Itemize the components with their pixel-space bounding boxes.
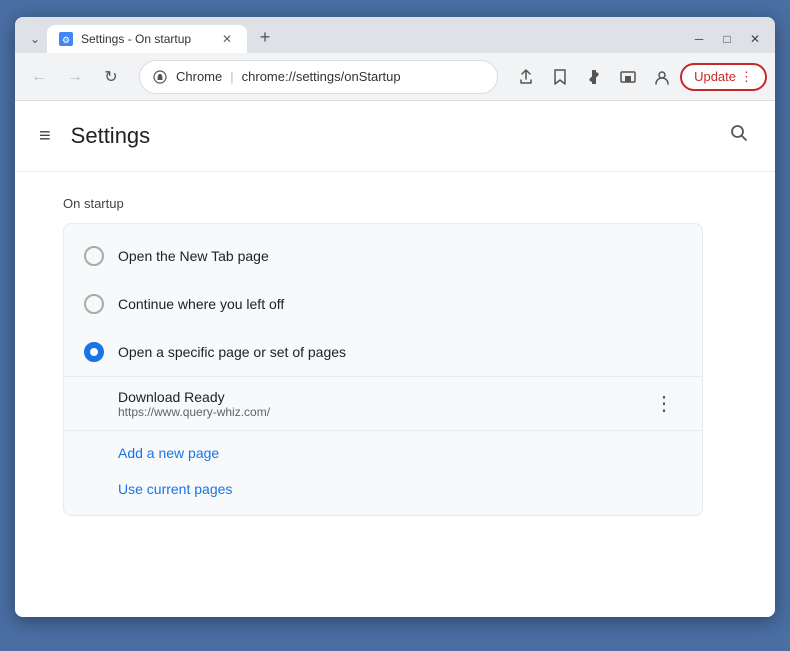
hamburger-menu-icon[interactable]: ≡ bbox=[35, 121, 55, 152]
reload-btn[interactable]: ↻ bbox=[95, 61, 127, 93]
browser-window: ⌄ ⚙ Settings - On startup ✕ + ─ □ ✕ ← → … bbox=[15, 17, 775, 617]
radio-label-new-tab: Open the New Tab page bbox=[118, 248, 269, 264]
search-icon[interactable] bbox=[723, 117, 755, 155]
address-separator: | bbox=[230, 69, 233, 84]
page-body: On startup Open the New Tab page Continu… bbox=[15, 172, 775, 540]
forward-btn[interactable]: → bbox=[59, 61, 91, 93]
add-new-page-link[interactable]: Add a new page bbox=[118, 445, 219, 461]
active-tab[interactable]: ⚙ Settings - On startup ✕ bbox=[47, 25, 247, 53]
back-btn[interactable]: ← bbox=[23, 61, 55, 93]
new-tab-btn[interactable]: + bbox=[251, 23, 279, 51]
radio-option-new-tab[interactable]: Open the New Tab page bbox=[64, 232, 702, 280]
radio-label-continue: Continue where you left off bbox=[118, 296, 284, 312]
page-title: Settings bbox=[71, 123, 151, 149]
tab-close-btn[interactable]: ✕ bbox=[219, 31, 235, 47]
tabs-area: ⌄ ⚙ Settings - On startup ✕ + bbox=[23, 17, 687, 53]
add-new-page-option: Add a new page bbox=[64, 430, 702, 477]
security-icon bbox=[152, 69, 168, 85]
toolbar-actions: Update ⋮ bbox=[510, 61, 767, 93]
titlebar: ⌄ ⚙ Settings - On startup ✕ + ─ □ ✕ bbox=[15, 17, 775, 53]
share-btn[interactable] bbox=[510, 61, 542, 93]
tab-favicon: ⚙ bbox=[59, 32, 73, 46]
settings-header-left: ≡ Settings bbox=[35, 121, 150, 152]
minimize-btn[interactable]: ─ bbox=[687, 29, 711, 49]
main-content: ≡ Settings On startup Open bbox=[15, 101, 775, 617]
radio-label-specific: Open a specific page or set of pages bbox=[118, 344, 346, 360]
page-entry-url: https://www.query-whiz.com/ bbox=[118, 405, 270, 419]
tab-title: Settings - On startup bbox=[81, 32, 211, 46]
chrome-label: Chrome bbox=[176, 69, 222, 84]
page-entry-name: Download Ready bbox=[118, 389, 270, 405]
radio-circle-new-tab bbox=[84, 246, 104, 266]
radio-option-continue[interactable]: Continue where you left off bbox=[64, 280, 702, 328]
radio-circle-specific bbox=[84, 342, 104, 362]
address-url: chrome://settings/onStartup bbox=[242, 69, 485, 84]
arrange-windows-btn[interactable]: ⌄ bbox=[23, 29, 47, 49]
extensions-btn[interactable] bbox=[578, 61, 610, 93]
options-card: Open the New Tab page Continue where you… bbox=[63, 223, 703, 516]
section-title: On startup bbox=[63, 196, 727, 211]
close-btn[interactable]: ✕ bbox=[743, 29, 767, 49]
window-controls: ─ □ ✕ bbox=[687, 29, 767, 49]
radio-option-specific[interactable]: Open a specific page or set of pages bbox=[64, 328, 702, 376]
update-btn[interactable]: Update ⋮ bbox=[680, 63, 767, 91]
use-current-pages-option: Use current pages bbox=[64, 477, 702, 507]
cast-btn[interactable] bbox=[612, 61, 644, 93]
radio-circle-continue bbox=[84, 294, 104, 314]
svg-text:⚙: ⚙ bbox=[62, 35, 70, 45]
settings-header: ≡ Settings bbox=[15, 101, 775, 172]
use-current-pages-link[interactable]: Use current pages bbox=[118, 481, 232, 497]
page-entry: Download Ready https://www.query-whiz.co… bbox=[64, 376, 702, 430]
toolbar: ← → ↻ Chrome | chrome://settings/onStart… bbox=[15, 53, 775, 101]
content-area: ≡ Settings On startup Open bbox=[15, 101, 775, 617]
profile-btn[interactable] bbox=[646, 61, 678, 93]
maximize-btn[interactable]: □ bbox=[715, 29, 739, 49]
bookmark-btn[interactable] bbox=[544, 61, 576, 93]
address-bar[interactable]: Chrome | chrome://settings/onStartup bbox=[139, 60, 498, 94]
page-entry-info: Download Ready https://www.query-whiz.co… bbox=[118, 389, 270, 419]
page-entry-menu-btn[interactable]: ⋮ bbox=[646, 387, 682, 420]
